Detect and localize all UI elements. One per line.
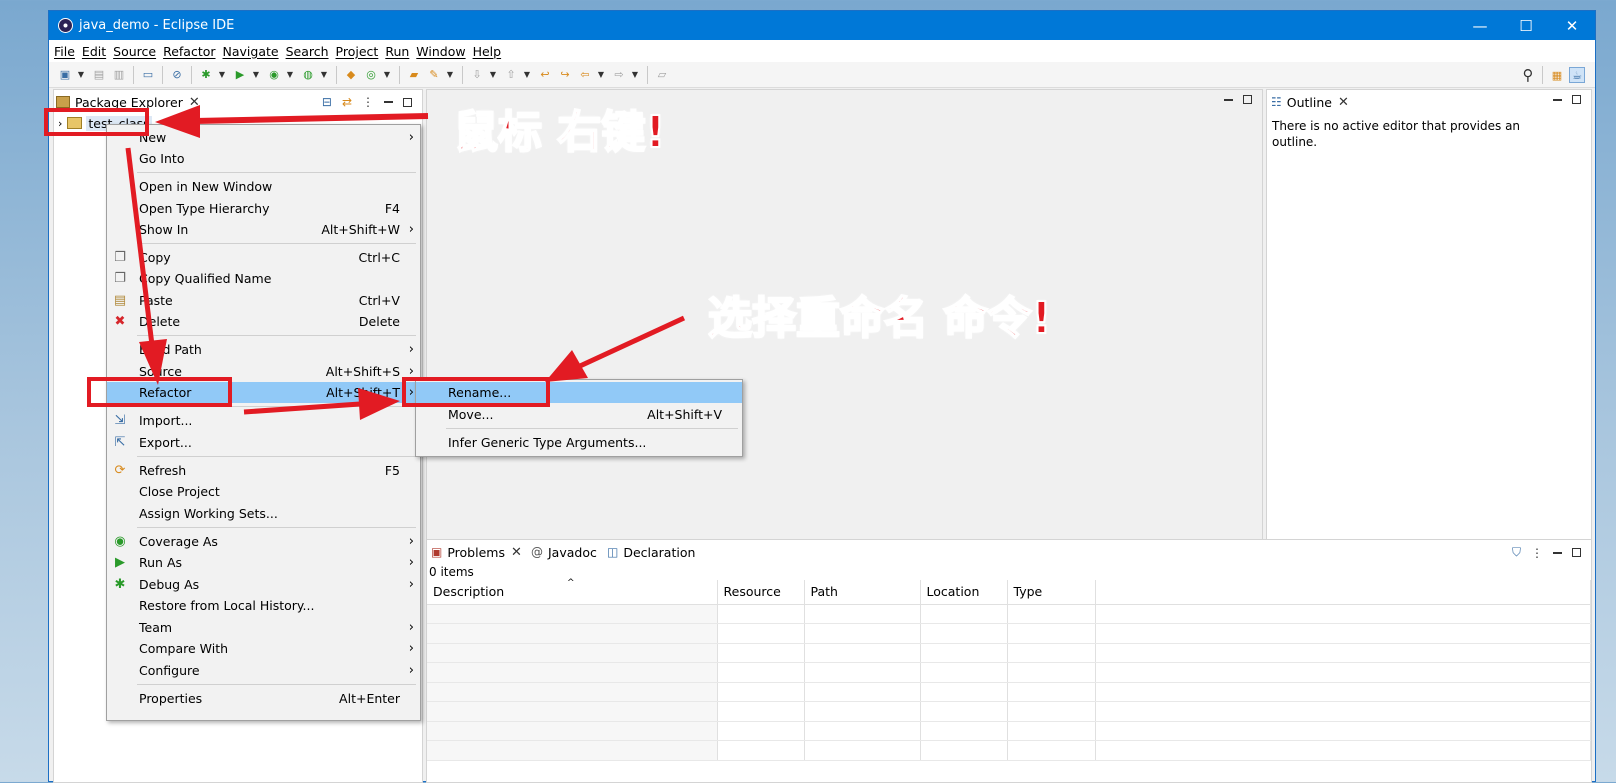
- arrowhead: [139, 339, 167, 385]
- arrow-line: [578, 315, 686, 369]
- annotation-arrows: [125, 105, 686, 420]
- arrowhead: [155, 105, 200, 138]
- arrow-line: [243, 401, 361, 415]
- arrow-line: [125, 147, 155, 346]
- arrow-line: [194, 113, 429, 124]
- arrowhead: [358, 388, 400, 420]
- annotation-choose-rename: 选择重命名 命令!: [707, 292, 1052, 345]
- annotation-right-click: 鼠标 右键!: [453, 106, 666, 159]
